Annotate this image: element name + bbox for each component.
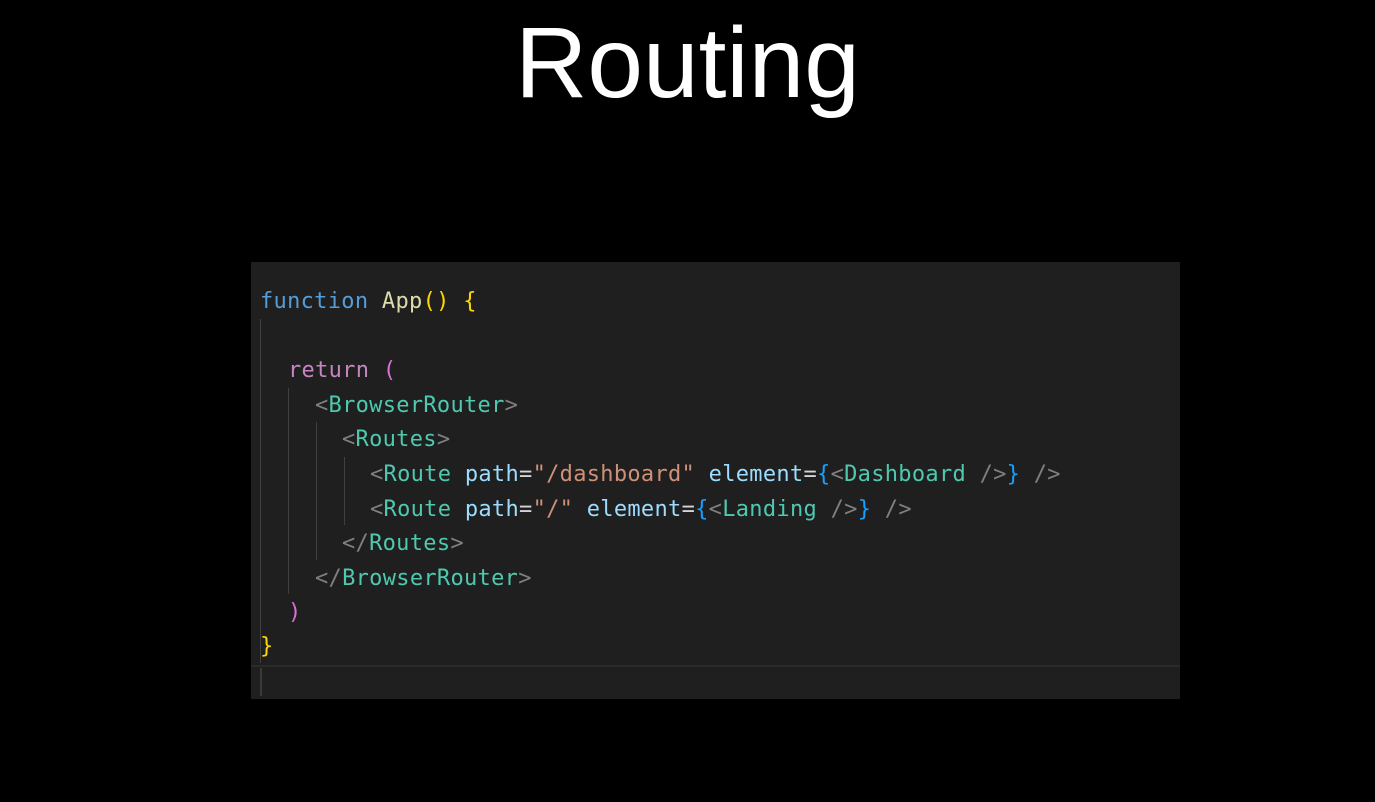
indent-guide [344,457,345,525]
close-paren: ) [288,600,302,625]
jsx-brace: { [817,462,831,487]
text-cursor [260,668,262,696]
code-line-5: <Routes> [342,422,450,457]
tag-bracket: > [450,531,464,556]
code-line-4: <BrowserRouter> [315,388,518,423]
open-brace: { [463,289,477,314]
tag-bracket: < [708,497,723,522]
code-line-7: <Route path="/" element={<Landing />} /> [370,492,912,527]
tag-name: Routes [369,531,451,556]
attr-name: path [464,462,520,487]
tag-name: BrowserRouter [342,566,519,591]
tag-bracket: > [518,566,532,591]
tag-bracket: > [504,393,519,418]
equals: = [803,462,818,487]
indent-guide [288,388,289,594]
tag-bracket: /> [817,497,858,522]
tag-bracket: < [315,393,329,418]
tag-name: Route [383,462,452,487]
code-line-9: </BrowserRouter> [315,561,532,596]
code-line-3: return ( [288,353,396,388]
slide: Routing function App() { return ( <Brows… [0,0,1375,802]
function-name: App [381,289,423,314]
tag-bracket: /> [871,497,912,522]
tag-bracket: < [370,462,384,487]
jsx-brace: } [857,497,872,522]
tag-bracket: /> [966,462,1007,487]
code-editor[interactable]: function App() { return ( <BrowserRouter… [251,262,1180,699]
tag-name: Routes [355,427,437,452]
jsx-brace: } [1006,462,1021,487]
indent-guide [260,319,261,663]
tag-bracket: < [830,462,845,487]
keyword: function [260,289,369,314]
attr-string: "/" [532,497,574,522]
tag-bracket: </ [342,531,370,556]
code-line-6: <Route path="/dashboard" element={<Dashb… [370,457,1061,492]
open-paren: ( [382,358,397,383]
parens: () [422,289,450,314]
code-line-8: </Routes> [342,526,464,561]
current-line-highlight [251,665,1180,699]
attr-name: element [708,462,804,487]
return-keyword: return [288,358,370,383]
slide-title: Routing [515,7,860,119]
attr-name: element [586,497,682,522]
indent-guide [316,422,317,560]
attr-name: path [464,497,520,522]
tag-name: Route [383,497,452,522]
tag-name: Dashboard [844,462,967,487]
attr-string: "/dashboard" [532,462,696,487]
equals: = [681,497,696,522]
tag-bracket: < [370,497,384,522]
code-line-10: ) [288,595,302,630]
tag-name: Landing [722,497,818,522]
code-line-11: } [260,629,274,664]
tag-bracket: < [342,427,356,452]
close-brace: } [260,634,274,659]
tag-bracket: > [436,427,451,452]
code-line-1: function App() { [260,284,477,319]
equals: = [519,462,533,487]
tag-bracket: </ [315,566,343,591]
equals: = [519,497,533,522]
tag-name: BrowserRouter [328,393,505,418]
jsx-brace: { [695,497,709,522]
tag-bracket: /> [1020,462,1061,487]
